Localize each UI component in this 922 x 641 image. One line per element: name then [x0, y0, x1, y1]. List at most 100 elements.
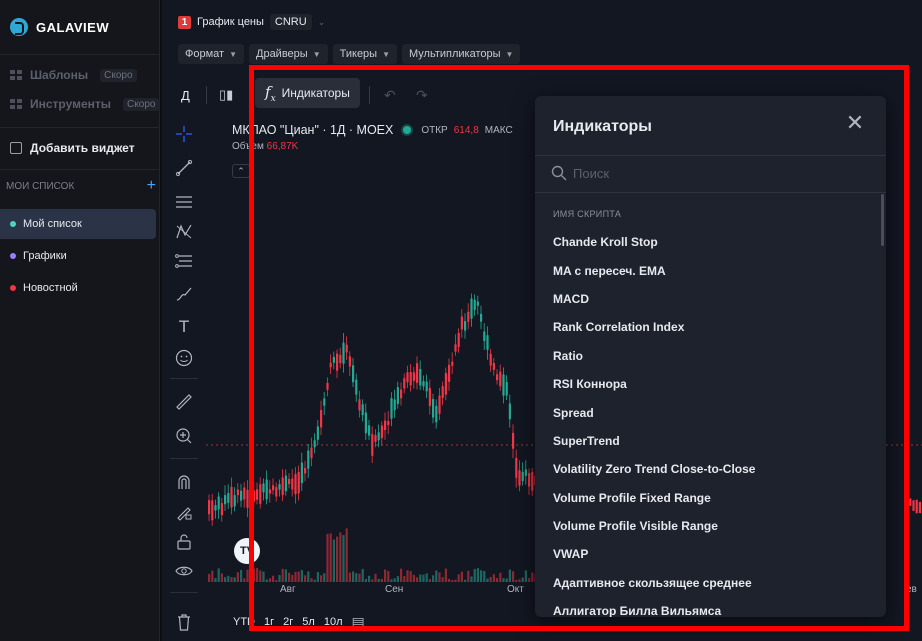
soon-badge: Скоро [123, 97, 160, 111]
list-item[interactable]: SuperTrend [535, 427, 880, 455]
brand[interactable]: GALAVIEW [10, 18, 109, 36]
add-widget-button[interactable]: Добавить виджет [10, 141, 135, 155]
chevron-down-icon: ▼ [382, 49, 391, 59]
volume-bar [483, 571, 486, 582]
volume-bar [294, 571, 297, 582]
volume-bar [320, 575, 323, 582]
eye-icon[interactable] [174, 562, 194, 582]
list-item-news[interactable]: Новостной [0, 273, 156, 303]
dialog-divider [535, 192, 886, 193]
collapse-legend-button[interactable]: ⌃ [232, 164, 250, 178]
volume-bar [304, 575, 307, 582]
period-10y-button[interactable]: 10л [324, 616, 343, 628]
list-item[interactable]: Аллигатор Билла Вильямса [535, 597, 880, 617]
candle-body [265, 479, 268, 500]
horizontal-lines-icon[interactable] [174, 192, 194, 212]
lock-draw-icon[interactable] [174, 502, 194, 522]
candle-body [486, 335, 489, 350]
ticker-selector[interactable]: CNRU [269, 14, 312, 30]
candle-body [272, 485, 275, 491]
volume-bar [387, 570, 390, 582]
list-item-charts[interactable]: Графики [0, 241, 156, 271]
list-item[interactable]: Spread [535, 398, 880, 426]
sidebar-item-templates[interactable]: Шаблоны Скоро [10, 68, 137, 82]
brush-icon[interactable] [174, 284, 194, 304]
list-item[interactable]: Volume Profile Visible Range [535, 512, 880, 540]
period-1y-button[interactable]: 1г [264, 616, 274, 628]
filter-format-button[interactable]: Формат ▼ [178, 44, 244, 64]
pattern-icon[interactable] [174, 222, 194, 242]
tradingview-logo-icon[interactable]: TV [234, 538, 260, 564]
indicators-button[interactable]: fx Индикаторы [255, 78, 360, 108]
volume-bar [243, 578, 246, 582]
add-list-plus-icon[interactable]: + [147, 178, 156, 194]
trash-icon[interactable] [174, 612, 194, 632]
candle-body [320, 410, 323, 428]
indicators-button-label: Индикаторы [281, 86, 350, 100]
volume-bar [288, 572, 291, 582]
volume-bar [316, 572, 319, 582]
close-icon[interactable]: ✕ [844, 112, 866, 134]
list-item[interactable]: VWAP [535, 540, 880, 568]
candle-body [390, 398, 393, 419]
list-item[interactable]: MA с пересеч. EMA [535, 256, 880, 284]
chevron-down-icon[interactable]: ⌄ [318, 17, 326, 28]
chevron-down-icon: ▼ [505, 49, 514, 59]
zoom-in-icon[interactable] [174, 426, 194, 446]
interval-selector[interactable]: Д [181, 88, 190, 103]
ruler-icon[interactable] [174, 392, 194, 412]
candle-body [454, 344, 457, 352]
filter-drivers-button[interactable]: Драйверы ▼ [249, 44, 328, 64]
candle-body [364, 412, 367, 434]
undo-icon[interactable]: ↶ [384, 87, 396, 104]
candle-body [393, 399, 396, 411]
list-item-my-list[interactable]: Мой список [0, 209, 156, 239]
period-5y-button[interactable]: 5л [302, 616, 315, 628]
lock-icon[interactable] [174, 532, 194, 552]
list-item[interactable]: Адаптивное скользящее среднее [535, 569, 880, 597]
sidebar-item-tools[interactable]: Инструменты Скоро [10, 97, 160, 111]
candle-body [384, 420, 387, 431]
trend-line-icon[interactable] [174, 158, 194, 178]
lists-header-label: МОИ СПИСОК [6, 181, 75, 192]
filter-bar: Формат ▼ Драйверы ▼ Тикеры ▼ Мультипликатор… [178, 44, 521, 64]
period-ytd-button[interactable]: YTD [233, 616, 255, 628]
search-row [551, 165, 853, 181]
widget-tab[interactable]: 1 График цены CNRU ⌄ [162, 11, 325, 33]
volume-bar [496, 578, 499, 582]
crosshair-icon[interactable] [174, 124, 194, 144]
volume-bar [297, 571, 300, 582]
period-2y-button[interactable]: 2г [283, 616, 293, 628]
volume-bar [342, 535, 345, 582]
list-item[interactable]: Volume Profile Fixed Range [535, 484, 880, 512]
candle-body [233, 495, 236, 507]
candle-body [470, 298, 473, 319]
list-item[interactable]: Volatility Zero Trend Close-to-Close [535, 455, 880, 483]
volume-bar [473, 568, 476, 582]
volume-bar [230, 577, 233, 582]
volume-bar [480, 570, 483, 582]
add-widget-icon [10, 142, 22, 154]
candles-icon[interactable]: ▯▮ [219, 87, 233, 103]
sidebar-item-label: Инструменты [30, 97, 112, 111]
text-icon[interactable]: T [174, 316, 194, 336]
candle-body [528, 472, 531, 487]
filter-tickers-button[interactable]: Тикеры ▼ [332, 44, 398, 64]
candle-body [256, 489, 259, 500]
list-item[interactable]: Rank Correlation Index [535, 313, 880, 341]
candle-body [416, 363, 419, 383]
emoji-icon[interactable] [174, 348, 194, 368]
candle-body [345, 344, 348, 353]
scrollbar[interactable] [881, 194, 884, 246]
list-item[interactable]: Chande Kroll Stop [535, 228, 880, 256]
filter-multipliers-button[interactable]: Мультипликаторы ▼ [402, 44, 521, 64]
calendar-icon[interactable]: ▤ [351, 614, 364, 631]
list-item[interactable]: RSI Коннора [535, 370, 880, 398]
fib-retracement-icon[interactable] [174, 252, 194, 272]
app-sidebar: GALAVIEW Шаблоны Скоро Инструменты Скоро… [0, 0, 160, 641]
list-item[interactable]: MACD [535, 285, 880, 313]
search-input[interactable] [573, 165, 853, 181]
magnet-icon[interactable] [174, 472, 194, 492]
list-item[interactable]: Ratio [535, 342, 880, 370]
redo-icon[interactable]: ↷ [416, 87, 428, 104]
